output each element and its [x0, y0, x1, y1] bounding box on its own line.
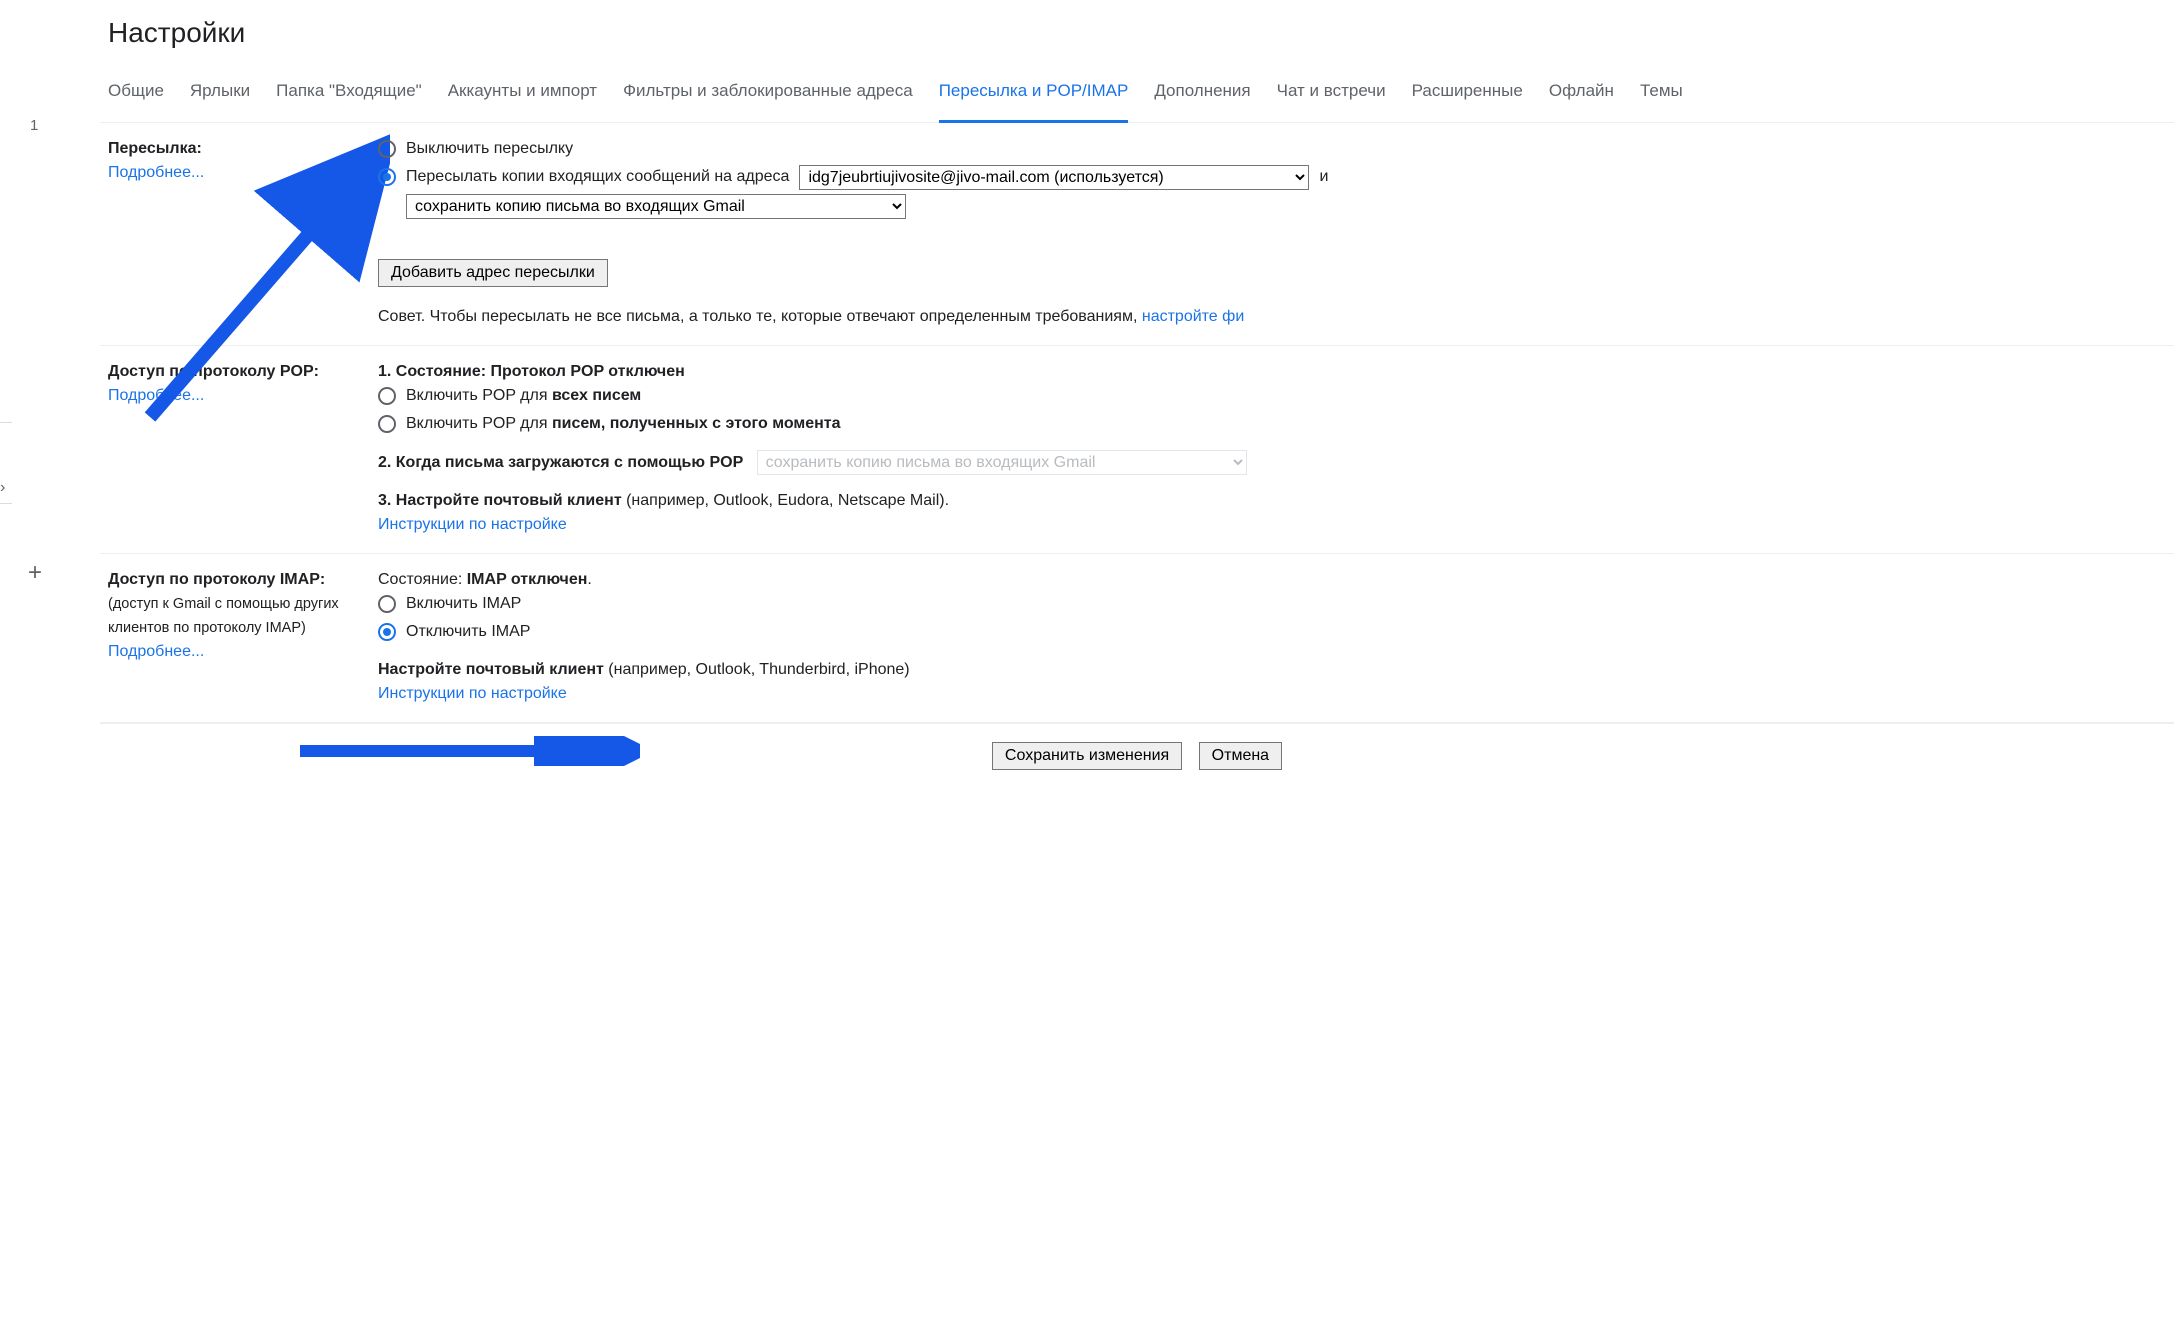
left-rail: 1 › +: [0, 0, 60, 1342]
imap-subnote: (доступ к Gmail с помощью других клиенто…: [108, 596, 339, 636]
radio-disable-forwarding[interactable]: [378, 140, 396, 158]
tab-filters[interactable]: Фильтры и заблокированные адреса: [623, 72, 913, 112]
pop-step3-rest: (например, Outlook, Eudora, Netscape Mai…: [622, 492, 949, 509]
create-filter-link[interactable]: настройте фи: [1142, 308, 1244, 325]
cancel-button[interactable]: Отмена: [1199, 742, 1282, 770]
tab-labels[interactable]: Ярлыки: [190, 72, 250, 112]
tab-inbox[interactable]: Папка "Входящие": [276, 72, 422, 112]
rail-divider: [0, 422, 12, 423]
tab-forwarding-pop-imap[interactable]: Пересылка и POP/IMAP: [939, 72, 1129, 123]
radio-pop-enable-all[interactable]: [378, 387, 396, 405]
pop-action-select: сохранить копию письма во входящих Gmail: [757, 450, 1247, 475]
imap-learn-more-link[interactable]: Подробнее...: [108, 643, 204, 660]
radio-pop-enable-now[interactable]: [378, 415, 396, 433]
page-title: Настройки: [108, 12, 2174, 54]
forwarding-address-select[interactable]: idg7jeubrtiujivosite@jivo-mail.com (испо…: [799, 165, 1309, 190]
forwarding-label: Пересылка:: [108, 140, 202, 157]
enable-forwarding-label: Пересылать копии входящих сообщений на а…: [406, 165, 789, 189]
button-bar: Сохранить изменения Отмена: [100, 723, 2174, 794]
section-forwarding: Пересылка: Подробнее... Выключить пересы…: [100, 123, 2174, 346]
imap-configure-bold: Настройте почтовый клиент: [378, 661, 604, 678]
pop-enable-now-bold: писем, полученных с этого момента: [552, 415, 841, 432]
imap-label: Доступ по протоколу IMAP:: [108, 571, 325, 588]
radio-imap-enable[interactable]: [378, 595, 396, 613]
pop-instructions-link[interactable]: Инструкции по настройке: [378, 516, 567, 533]
tab-general[interactable]: Общие: [108, 72, 164, 112]
radio-enable-forwarding[interactable]: [378, 168, 396, 186]
tab-addons[interactable]: Дополнения: [1154, 72, 1250, 112]
plus-icon[interactable]: +: [28, 555, 42, 591]
imap-status-dot: .: [587, 571, 591, 588]
disable-forwarding-label: Выключить пересылку: [406, 137, 573, 161]
imap-enable-label: Включить IMAP: [406, 592, 521, 616]
pop-step2-label: 2. Когда письма загружаются с помощью PO…: [378, 454, 743, 471]
imap-instructions-link[interactable]: Инструкции по настройке: [378, 685, 567, 702]
pop-enable-all-prefix: Включить POP для: [406, 387, 552, 404]
pop-learn-more-link[interactable]: Подробнее...: [108, 387, 204, 404]
pop-enable-all-bold: всех писем: [552, 387, 641, 404]
settings-tabs: Общие Ярлыки Папка "Входящие" Аккаунты и…: [100, 72, 2174, 123]
and-text: и: [1319, 165, 1328, 189]
radio-imap-disable[interactable]: [378, 623, 396, 641]
rail-divider: [0, 503, 12, 504]
chevron-right-icon: ›: [0, 476, 12, 496]
tab-offline[interactable]: Офлайн: [1549, 72, 1614, 112]
tab-chat[interactable]: Чат и встречи: [1277, 72, 1386, 112]
imap-status-prefix: Состояние:: [378, 571, 467, 588]
section-imap: Доступ по протоколу IMAP: (доступ к Gmai…: [100, 554, 2174, 723]
pop-enable-now-prefix: Включить POP для: [406, 415, 552, 432]
tab-themes[interactable]: Темы: [1640, 72, 1683, 112]
tab-accounts[interactable]: Аккаунты и импорт: [448, 72, 597, 112]
section-pop: Доступ по протоколу POP: Подробнее... 1.…: [100, 346, 2174, 554]
forwarding-learn-more-link[interactable]: Подробнее...: [108, 164, 204, 181]
imap-status-value: IMAP отключен: [467, 571, 588, 588]
annotation-arrow-icon: [300, 736, 640, 766]
rail-number: 1: [30, 115, 38, 138]
pop-step3-bold: 3. Настройте почтовый клиент: [378, 492, 622, 509]
imap-configure-rest: (например, Outlook, Thunderbird, iPhone): [604, 661, 910, 678]
pop-label: Доступ по протоколу POP:: [108, 363, 319, 380]
forwarding-tip-text: Совет. Чтобы пересылать не все письма, а…: [378, 308, 1142, 325]
imap-disable-label: Отключить IMAP: [406, 620, 530, 644]
tab-advanced[interactable]: Расширенные: [1412, 72, 1523, 112]
pop-status-value: Протокол POP отключен: [491, 363, 685, 380]
save-button[interactable]: Сохранить изменения: [992, 742, 1182, 770]
forwarding-action-select[interactable]: сохранить копию письма во входящих Gmail: [406, 194, 906, 219]
add-forwarding-address-button[interactable]: Добавить адрес пересылки: [378, 259, 608, 287]
pop-status-prefix: 1. Состояние:: [378, 363, 491, 380]
